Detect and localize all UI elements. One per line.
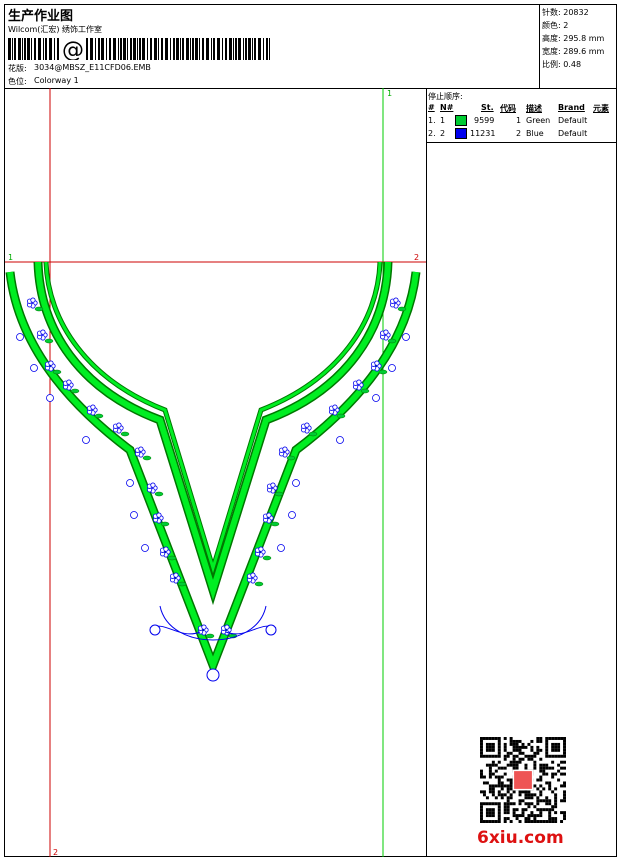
guide-label-2: 2 xyxy=(414,253,419,262)
seal-stamp xyxy=(514,771,532,789)
guide-label-bottom: 2 xyxy=(53,848,58,857)
design-canvas: 1 2 1 2 xyxy=(5,88,426,857)
guide-label-right: 1 xyxy=(387,89,392,98)
neckline-embroidery xyxy=(5,261,421,678)
watermark: 6xiu.com xyxy=(477,828,564,848)
lace-pendant xyxy=(149,605,277,682)
qr-code xyxy=(480,737,566,823)
guide-label-1: 1 xyxy=(8,253,13,262)
